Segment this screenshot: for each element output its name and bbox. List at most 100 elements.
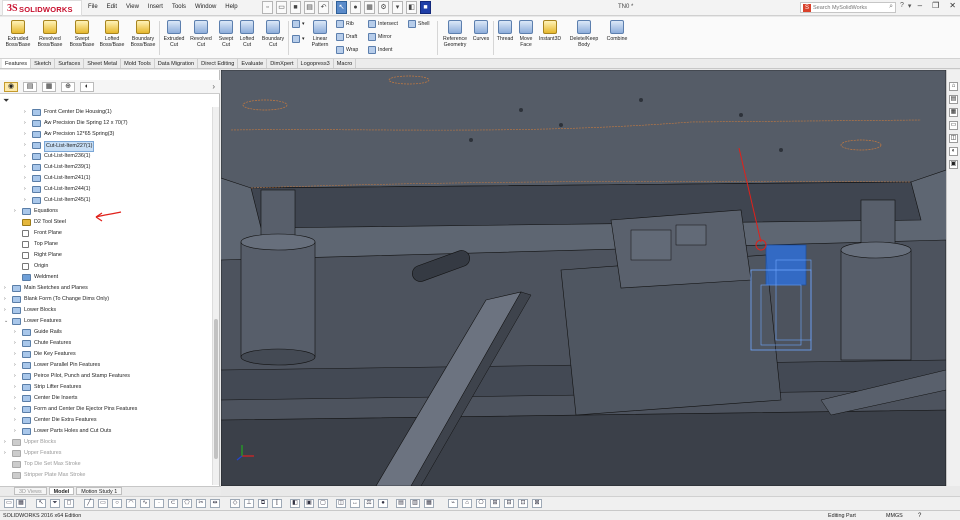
shell-button[interactable]: Shell	[408, 20, 430, 28]
shaded-edges-icon[interactable]: ▣	[304, 499, 314, 508]
appearances-icon[interactable]: ◐	[949, 147, 958, 156]
slot-icon[interactable]: ⊂	[168, 499, 178, 508]
tab-data-migration[interactable]: Data Migration	[155, 59, 199, 68]
chevron-right-icon[interactable]: ›	[24, 151, 30, 162]
tree-item[interactable]: › Form and Center Die Ejector Pins Featur…	[0, 404, 212, 415]
polygon-icon[interactable]: ⬠	[182, 499, 192, 508]
toolbar-tool-icon[interactable]: ▥	[410, 499, 420, 508]
tree-item[interactable]: › Upper Blocks	[0, 437, 212, 448]
filter-icon[interactable]: ⏷	[3, 96, 9, 106]
chevron-right-icon[interactable]: ›	[24, 107, 30, 118]
tab-sheet-metal[interactable]: Sheet Metal	[84, 59, 122, 68]
tree-item[interactable]: › Cut-List-Item239(1)	[0, 162, 212, 173]
curves-button[interactable]: Curves	[470, 20, 492, 42]
tree-item[interactable]: › Cut-List-Item245(1)	[0, 195, 212, 206]
solidworks-logo[interactable]: 3S SOLIDWORKS	[2, 0, 82, 16]
graphics-area[interactable]: ⌕ ⊡ ↶ ◫ ▣ ◧ ◉ ◍ ▦ ▭	[221, 70, 946, 486]
display-mode-icon[interactable]: ◧	[290, 499, 300, 508]
measure-icon[interactable]: ↔	[350, 499, 360, 508]
chamfer-button[interactable]: ▾	[292, 35, 305, 43]
dimxpert-manager-icon[interactable]: ⊕	[61, 82, 75, 92]
tree-item[interactable]: ⌄ Lower Features	[0, 316, 212, 327]
search-icon[interactable]: ⌕	[889, 3, 893, 11]
reference-geometry-button[interactable]: Reference Geometry	[440, 20, 470, 48]
chevron-right-icon[interactable]: ›	[14, 371, 20, 382]
delete-keep-body-button[interactable]: Delete/Keep Body	[567, 20, 601, 48]
tree-item[interactable]: › Chute Features	[0, 338, 212, 349]
thread-button[interactable]: Thread	[494, 20, 516, 42]
scrollbar-thumb[interactable]	[214, 319, 218, 459]
chevron-right-icon[interactable]: ›	[4, 448, 10, 459]
revolved-boss-button[interactable]: Revolved Boss/Base	[34, 20, 66, 48]
tree-item[interactable]: › Lower Blocks	[0, 305, 212, 316]
toolbar-tool-icon[interactable]: ▤	[396, 499, 406, 508]
tab-dimxpert[interactable]: DimXpert	[267, 59, 298, 68]
custom-properties-icon[interactable]: ▣	[949, 160, 958, 169]
toolbar-tool-icon[interactable]: ⌂	[462, 499, 472, 508]
tree-item[interactable]: › Cut-List-Item241(1)	[0, 173, 212, 184]
point-icon[interactable]: ·	[154, 499, 164, 508]
save-icon[interactable]: ■	[290, 1, 301, 14]
view-palette-icon[interactable]: ◫	[949, 134, 958, 143]
extruded-boss-button[interactable]: Extruded Boss/Base	[2, 20, 34, 48]
tree-item[interactable]: › Aw Precision 12*65 Spring(3)	[0, 129, 212, 140]
restore-icon[interactable]: ❐	[932, 1, 939, 10]
chevron-right-icon[interactable]: ›	[4, 294, 10, 305]
chevron-right-icon[interactable]: ›	[14, 404, 20, 415]
toolbar-tool-icon[interactable]: ⊞	[490, 499, 500, 508]
chevron-right-icon[interactable]: ›	[14, 327, 20, 338]
combine-button[interactable]: Combine	[602, 20, 632, 42]
tree-item[interactable]: › Peirce Pilot, Punch and Stamp Features	[0, 371, 212, 382]
tree-item[interactable]: › Center Die Inserts	[0, 393, 212, 404]
toolbar-tool-icon[interactable]: ⎔	[476, 499, 486, 508]
selection-mode-icon[interactable]: ◻	[64, 499, 74, 508]
tree-item[interactable]: Front Plane	[0, 228, 212, 239]
chevron-down-icon[interactable]: ⌄	[4, 316, 10, 327]
tree-item[interactable]: › Main Sketches and Planes	[0, 283, 212, 294]
hidden-lines-icon[interactable]: ▢	[318, 499, 328, 508]
close-icon[interactable]: ✕	[949, 1, 956, 10]
swept-boss-button[interactable]: Swept Boss/Base	[66, 20, 98, 48]
offset-entities-icon[interactable]: ⟦	[272, 499, 282, 508]
new-document-icon[interactable]: ▫	[262, 1, 273, 14]
mirror-entities-icon[interactable]: ⇹	[210, 499, 220, 508]
smart-dimension-icon[interactable]: ◇	[230, 499, 240, 508]
chevron-right-icon[interactable]: ›	[4, 305, 10, 316]
indent-button[interactable]: Indent	[368, 46, 392, 54]
toolbar-tool-icon[interactable]: ⌁	[448, 499, 458, 508]
lofted-boss-button[interactable]: Lofted Boss/Base	[96, 20, 128, 48]
chevron-right-icon[interactable]: ›	[14, 360, 20, 371]
menu-view[interactable]: View	[126, 4, 139, 10]
chevron-right-icon[interactable]: ›	[24, 118, 30, 129]
tree-scrollbar[interactable]	[212, 107, 219, 485]
rib-button[interactable]: Rib	[336, 20, 354, 28]
tab-surfaces[interactable]: Surfaces	[55, 59, 85, 68]
tree-item[interactable]: Origin	[0, 261, 212, 272]
rebuild-icon[interactable]: ●	[350, 1, 361, 14]
tab-model[interactable]: Model	[48, 487, 75, 495]
circle-icon[interactable]: ○	[112, 499, 122, 508]
boundary-cut-button[interactable]: Boundary Cut	[257, 20, 289, 48]
linear-pattern-button[interactable]: Linear Pattern	[306, 20, 334, 48]
sketch-line-icon[interactable]: ╱	[84, 499, 94, 508]
minimize-icon[interactable]: –	[918, 1, 922, 10]
toolbar-tool-icon[interactable]: ▦	[16, 499, 26, 508]
tree-item[interactable]: › Cut-List-Item236(1)	[0, 151, 212, 162]
wrap-button[interactable]: Wrap	[336, 46, 358, 54]
tree-item[interactable]: › Guide Rails	[0, 327, 212, 338]
toolbar-tool-icon[interactable]: ⊡	[518, 499, 528, 508]
display-manager-icon[interactable]: ◐	[80, 82, 94, 92]
file-explorer-icon[interactable]: ▭	[949, 121, 958, 130]
draft-button[interactable]: Draft	[336, 33, 357, 41]
tab-3d-views[interactable]: 3D Views	[14, 487, 47, 495]
menu-window[interactable]: Window	[195, 4, 216, 10]
print-icon[interactable]: ▤	[304, 1, 315, 14]
rebuild-icon[interactable]: ●	[378, 499, 388, 508]
select-icon[interactable]: ↖	[36, 499, 46, 508]
scene-icon[interactable]: ■	[420, 1, 431, 14]
tree-item[interactable]: › Die Key Features	[0, 349, 212, 360]
spline-icon[interactable]: ∿	[140, 499, 150, 508]
help-icon[interactable]: ?	[918, 511, 921, 520]
tab-features[interactable]: Features	[2, 59, 32, 68]
trim-icon[interactable]: ✂	[196, 499, 206, 508]
